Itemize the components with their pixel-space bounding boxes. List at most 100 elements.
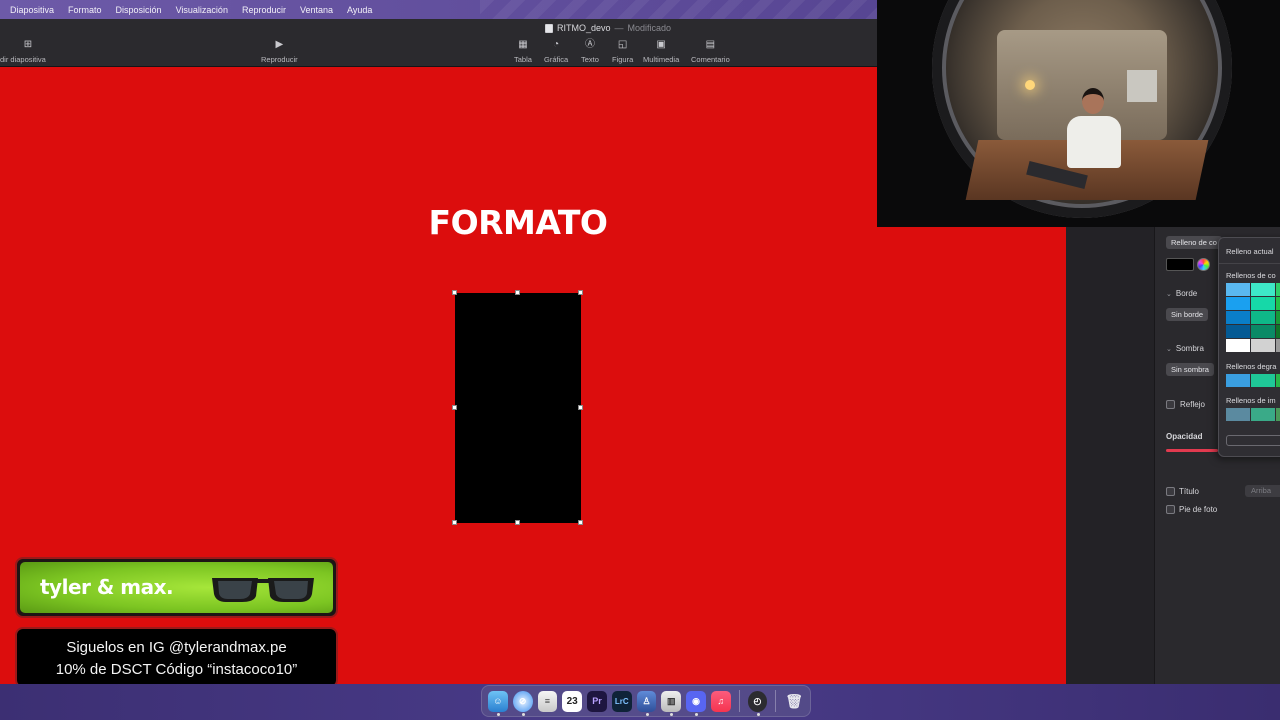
image-swatch-0[interactable] <box>1226 408 1250 421</box>
resize-handle-bottom-right[interactable] <box>578 520 583 525</box>
menu-ayuda[interactable]: Ayuda <box>347 5 372 15</box>
premiere-icon[interactable]: Pr <box>587 690 607 712</box>
border-select[interactable]: Sin borde <box>1166 308 1209 321</box>
color-swatch-2[interactable] <box>1276 283 1280 296</box>
resize-handle-right[interactable] <box>578 405 583 410</box>
shadow-section-label: Sombra <box>1175 344 1204 353</box>
gradient-swatch-0[interactable] <box>1226 374 1250 387</box>
color-swatch-10[interactable] <box>1251 325 1275 338</box>
resize-handle-top-right[interactable] <box>578 290 583 295</box>
color-swatch-1[interactable] <box>1251 283 1275 296</box>
resize-handle-left[interactable] <box>452 405 457 410</box>
gradient-swatch-row <box>1226 374 1280 387</box>
resize-handle-bottom-left[interactable] <box>452 520 457 525</box>
table-label: Tabla <box>514 55 532 64</box>
menu-reproducir[interactable]: Reproducir <box>242 5 286 15</box>
promo-discount-text: 10% de DSCT Código “instacoco10” <box>55 661 298 678</box>
add-slide-button[interactable]: ⊞ dir diapositiva <box>0 39 46 64</box>
fill-type-button[interactable]: Relleno de co <box>1166 236 1222 249</box>
fill-color-well[interactable] <box>1166 258 1194 271</box>
gradient-swatch-2[interactable] <box>1276 374 1280 387</box>
menu-visualizacion[interactable]: Visualización <box>176 5 228 15</box>
comment-icon: ▤ <box>705 39 716 50</box>
gradient-swatch-1[interactable] <box>1251 374 1275 387</box>
color-swatch-13[interactable] <box>1251 339 1275 352</box>
play-button[interactable]: ▶ Reproducir <box>261 39 298 64</box>
opacity-label: Opacidad <box>1166 432 1203 441</box>
color-wheel-icon[interactable] <box>1197 258 1210 271</box>
color-swatch-11[interactable] <box>1276 325 1280 338</box>
color-swatch-4[interactable] <box>1251 297 1275 310</box>
menu-disposicion[interactable]: Disposición <box>116 5 162 15</box>
discord-icon[interactable]: ◉ <box>686 690 706 716</box>
chart-icon: ◔ <box>553 39 560 50</box>
color-swatch-grid <box>1226 283 1280 352</box>
shape-button[interactable]: ◱ Figura <box>612 39 633 64</box>
shadow-section-header[interactable]: ⌄ Sombra <box>1166 344 1204 353</box>
resize-handle-bottom[interactable] <box>515 520 520 525</box>
menu-diapositiva[interactable]: Diapositiva <box>10 5 54 15</box>
add-slide-icon: ⊞ <box>23 39 33 50</box>
brand-logo-text: tyler & max. <box>40 575 174 599</box>
chevron-down-icon: ⌄ <box>1166 346 1172 353</box>
media-icon: ▣ <box>656 39 666 50</box>
music-icon[interactable]: ♫ <box>710 690 731 712</box>
color-swatch-14[interactable] <box>1276 339 1280 352</box>
image-swatch-2[interactable] <box>1276 408 1280 421</box>
color-swatch-0[interactable] <box>1226 283 1250 296</box>
title-position-select[interactable]: Arriba <box>1245 485 1280 497</box>
preview-icon[interactable]: ▥ <box>661 690 682 716</box>
resize-handle-top-left[interactable] <box>452 290 457 295</box>
color-swatch-7[interactable] <box>1251 311 1275 324</box>
gradient-fills-label: Rellenos degra <box>1226 362 1277 371</box>
color-swatch-6[interactable] <box>1226 311 1250 324</box>
calendar-icon[interactable]: 23 <box>562 690 583 712</box>
selected-rectangle-shape[interactable] <box>455 293 581 523</box>
trash-icon[interactable]: 🗑 <box>784 691 804 712</box>
image-swatch-1[interactable] <box>1251 408 1275 421</box>
color-swatch-3[interactable] <box>1226 297 1250 310</box>
menubar-wallpaper-pattern <box>480 0 880 19</box>
webcam-lamp <box>1025 80 1035 90</box>
caption-checkbox[interactable] <box>1166 505 1175 514</box>
border-section-label: Borde <box>1175 289 1198 298</box>
popover-field[interactable] <box>1226 435 1280 446</box>
running-indicator <box>695 712 699 716</box>
menu-formato[interactable]: Formato <box>68 5 102 15</box>
dock: ☺ ⊘ ≡ 23 Pr LrC ♙ ▥ ◉ ♫ ◴ 🗑 <box>481 685 811 717</box>
presenter-head <box>1082 88 1104 114</box>
menu-ventana[interactable]: Ventana <box>300 5 333 15</box>
color-swatch-5[interactable] <box>1276 297 1280 310</box>
activity-monitor-icon[interactable]: ◴ <box>747 690 768 716</box>
reflection-checkbox[interactable] <box>1166 400 1175 409</box>
safari-icon[interactable]: ⊘ <box>512 690 533 716</box>
image-fills-label: Rellenos de im <box>1226 396 1276 405</box>
running-indicator <box>670 712 674 716</box>
webcam-window <box>1127 70 1157 102</box>
finder-icon[interactable]: ☺ <box>488 690 508 716</box>
chart-button[interactable]: ◔ Gráfica <box>544 39 568 64</box>
border-section-header[interactable]: ⌄ Borde <box>1166 289 1197 298</box>
color-swatch-12[interactable] <box>1226 339 1250 352</box>
text-icon: Ⓐ <box>584 39 595 50</box>
color-swatch-9[interactable] <box>1226 325 1250 338</box>
media-button[interactable]: ▣ Multimedia <box>643 39 679 64</box>
title-checkbox[interactable] <box>1166 487 1175 496</box>
opacity-slider[interactable] <box>1166 449 1218 452</box>
table-button[interactable]: ▦ Tabla <box>514 39 532 64</box>
lightroom-icon[interactable]: LrC <box>611 690 632 712</box>
keynote-icon[interactable]: ♙ <box>636 690 657 716</box>
popover-divider <box>1219 263 1280 264</box>
shadow-select[interactable]: Sin sombra <box>1166 363 1214 376</box>
resize-handle-top[interactable] <box>515 290 520 295</box>
color-swatch-8[interactable] <box>1276 311 1280 324</box>
running-indicator <box>521 712 525 716</box>
calendar-day: 23 <box>566 695 578 707</box>
text-label: Texto <box>581 55 599 64</box>
comment-button[interactable]: ▤ Comentario <box>691 39 730 64</box>
notes-icon[interactable]: ≡ <box>537 690 558 712</box>
document-icon <box>545 23 553 33</box>
chart-label: Gráfica <box>544 55 569 64</box>
chevron-down-icon: ⌄ <box>1166 291 1172 298</box>
text-button[interactable]: Ⓐ Texto <box>581 39 599 64</box>
